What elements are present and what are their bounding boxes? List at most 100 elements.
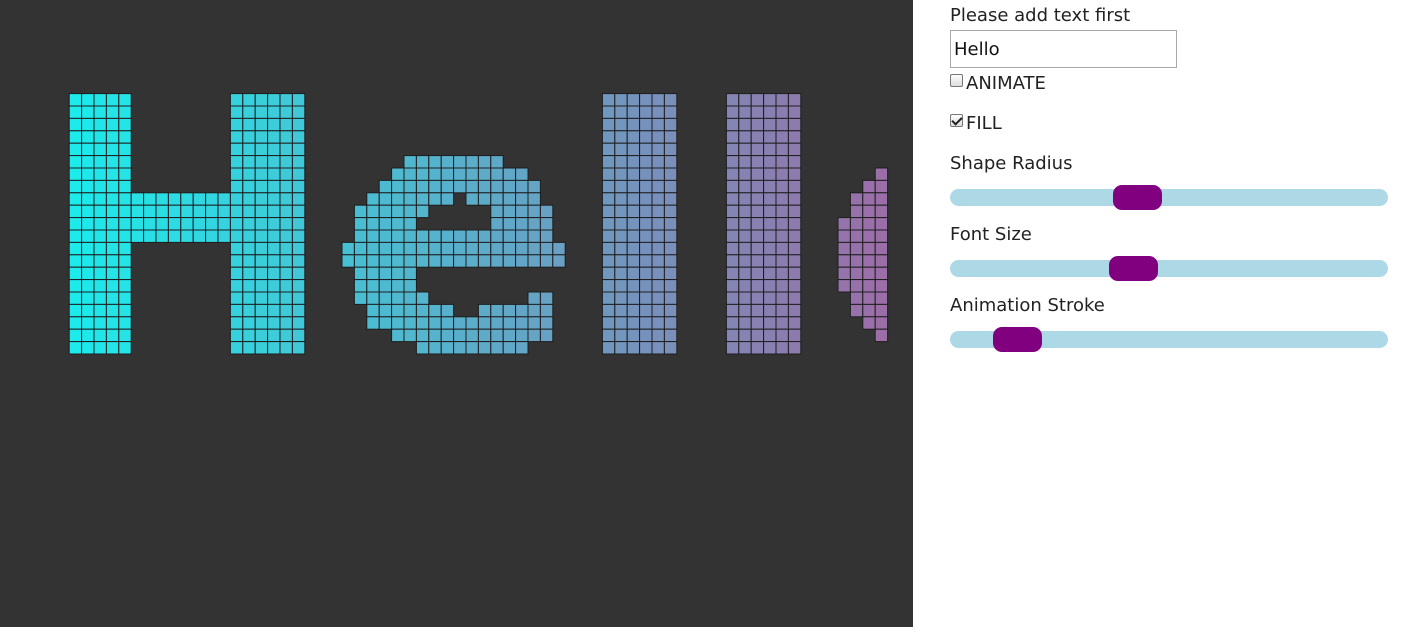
fill-toggle[interactable]: FILL bbox=[950, 113, 1002, 135]
pixel-cell bbox=[291, 192, 306, 206]
pixel-cell bbox=[787, 303, 802, 318]
pixel-cell bbox=[651, 316, 665, 330]
pixel-cell bbox=[279, 155, 293, 169]
pixel-cell bbox=[81, 229, 95, 243]
pixel-cell bbox=[68, 254, 83, 268]
pixel-cell bbox=[750, 179, 765, 194]
pixel-cell bbox=[93, 266, 107, 281]
pixel-cell bbox=[787, 254, 802, 268]
pixel-cell bbox=[725, 254, 740, 268]
text-input[interactable] bbox=[950, 30, 1177, 68]
pixel-cell bbox=[874, 229, 889, 243]
pixel-cell bbox=[279, 291, 293, 305]
pixel-cell bbox=[68, 117, 83, 132]
pixel-cell bbox=[242, 179, 256, 194]
pixel-cell bbox=[738, 142, 752, 157]
pixel-cell bbox=[601, 130, 616, 144]
animation-stroke-thumb[interactable] bbox=[993, 327, 1042, 352]
pixel-cell bbox=[291, 291, 306, 305]
pixel-cell bbox=[663, 254, 678, 268]
pixel-cell bbox=[254, 229, 269, 243]
pixel-cell bbox=[725, 179, 740, 194]
pixel-cell bbox=[874, 167, 889, 181]
pixel-cell bbox=[626, 229, 641, 243]
pixel-cell bbox=[242, 155, 256, 169]
pixel-cell bbox=[862, 316, 876, 330]
pixel-cell bbox=[651, 279, 665, 293]
animate-checkbox[interactable] bbox=[950, 74, 963, 87]
pixel-cell bbox=[267, 266, 281, 281]
animate-toggle[interactable]: ANIMATE bbox=[950, 73, 1046, 95]
pixel-cell bbox=[601, 241, 616, 256]
pixel-cell bbox=[279, 254, 293, 268]
pixel-cell bbox=[353, 266, 368, 281]
pixel-cell bbox=[639, 192, 653, 206]
pixel-cell bbox=[787, 93, 802, 107]
pixel-cell bbox=[874, 241, 889, 256]
pixel-cell bbox=[849, 192, 864, 206]
pixel-cell bbox=[267, 279, 281, 293]
pixel-cell bbox=[242, 328, 256, 343]
pixel-cell bbox=[279, 142, 293, 157]
pixel-cell bbox=[490, 328, 504, 343]
pixel-cell bbox=[663, 241, 678, 256]
animation-stroke-slider[interactable] bbox=[950, 327, 1388, 352]
font-size-slider[interactable] bbox=[950, 256, 1388, 281]
pixel-cell bbox=[626, 341, 641, 355]
pixel-cell bbox=[787, 229, 802, 243]
pixel-cell bbox=[601, 279, 616, 293]
pixel-cell bbox=[254, 179, 269, 194]
pixel-cell bbox=[601, 105, 616, 119]
pixel-cell bbox=[614, 93, 628, 107]
pixel-cell bbox=[626, 241, 641, 256]
pixel-cell bbox=[68, 341, 83, 355]
shape-radius-slider[interactable] bbox=[950, 185, 1388, 210]
pixel-cell bbox=[614, 328, 628, 343]
pixel-cell bbox=[440, 167, 455, 181]
pixel-cell bbox=[651, 105, 665, 119]
pixel-cell bbox=[515, 241, 529, 256]
pixel-cell bbox=[527, 316, 541, 330]
pixel-cell bbox=[775, 266, 789, 281]
pixel-cell bbox=[626, 266, 641, 281]
pixel-cell bbox=[291, 341, 306, 355]
shape-radius-label: Shape Radius bbox=[950, 153, 1073, 174]
pixel-cell bbox=[254, 266, 269, 281]
pixel-cell bbox=[93, 328, 107, 343]
pixel-cell bbox=[849, 254, 864, 268]
pixel-cell bbox=[105, 93, 120, 107]
pixel-cell bbox=[428, 254, 442, 268]
pixel-cell bbox=[651, 229, 665, 243]
pixel-cell bbox=[229, 93, 244, 107]
pixel-cell bbox=[192, 229, 207, 243]
pixel-cell bbox=[639, 291, 653, 305]
pixel-cell bbox=[725, 130, 740, 144]
pixel-cell bbox=[93, 192, 107, 206]
pixel-cell bbox=[254, 254, 269, 268]
pixel-cell bbox=[502, 167, 517, 181]
pixel-cell bbox=[180, 217, 194, 231]
pixel-cell bbox=[763, 303, 777, 318]
pixel-cell bbox=[291, 167, 306, 181]
shape-radius-thumb[interactable] bbox=[1113, 185, 1162, 210]
pixel-cell bbox=[81, 167, 95, 181]
pixel-cell bbox=[775, 279, 789, 293]
fill-checkbox[interactable] bbox=[950, 114, 963, 127]
pixel-cell bbox=[787, 241, 802, 256]
pixel-cell bbox=[105, 341, 120, 355]
pixel-cell bbox=[614, 155, 628, 169]
pixel-cell bbox=[849, 241, 864, 256]
font-size-thumb[interactable] bbox=[1109, 256, 1158, 281]
pixel-cell bbox=[639, 142, 653, 157]
pixel-cell bbox=[663, 266, 678, 281]
text-canvas bbox=[0, 0, 913, 627]
pixel-cell bbox=[415, 341, 430, 355]
pixel-cell bbox=[378, 266, 393, 281]
pixel-cell bbox=[639, 167, 653, 181]
pixel-cell bbox=[775, 303, 789, 318]
pixel-cell bbox=[242, 217, 256, 231]
pixel-cell bbox=[440, 241, 455, 256]
pixel-cell bbox=[490, 155, 504, 169]
pixel-cell bbox=[663, 291, 678, 305]
pixel-cell bbox=[663, 167, 678, 181]
